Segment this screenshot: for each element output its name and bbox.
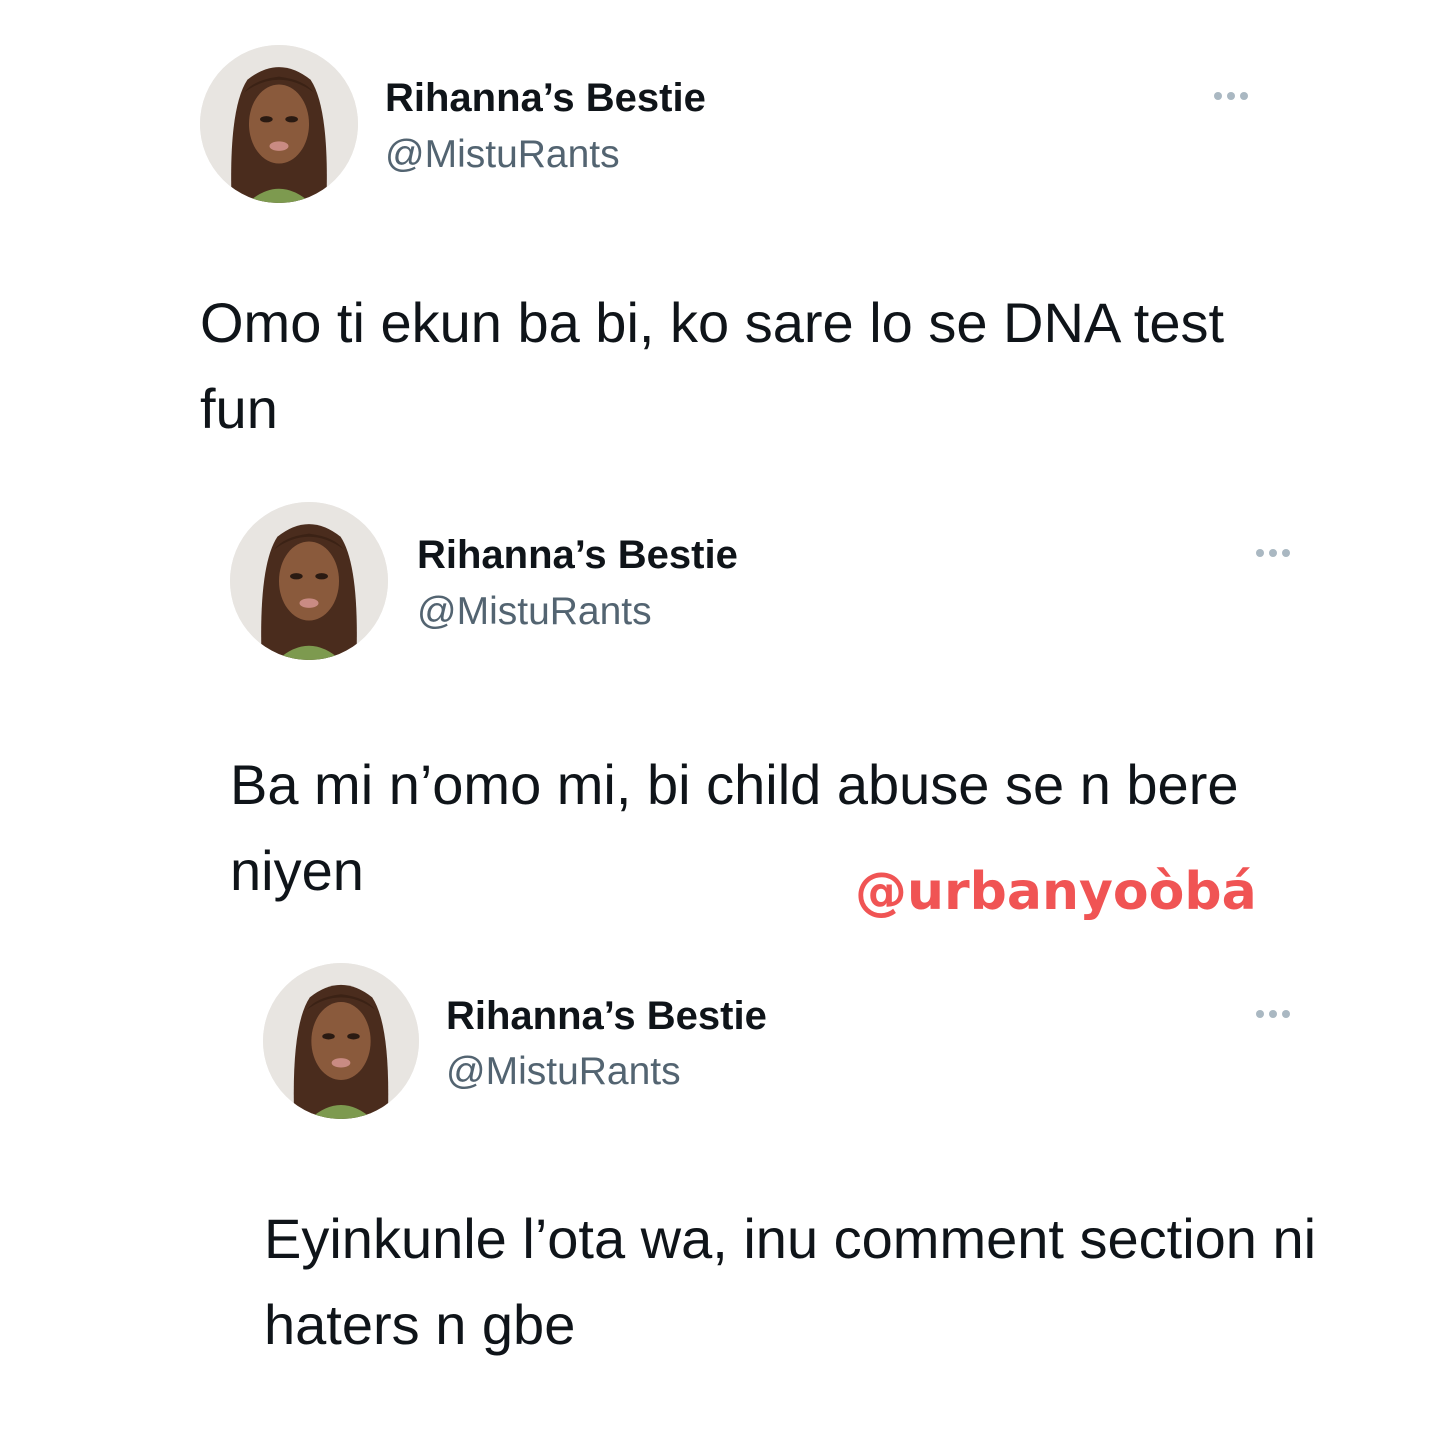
dot xyxy=(1269,549,1277,557)
more-options-icon[interactable] xyxy=(1256,549,1290,557)
display-name[interactable]: Rihanna’s Bestie xyxy=(385,76,706,121)
user-handle[interactable]: @MistuRants xyxy=(446,1050,681,1094)
dot xyxy=(1282,549,1290,557)
dot xyxy=(1256,1010,1264,1018)
dot xyxy=(1282,1010,1290,1018)
more-options-icon[interactable] xyxy=(1214,92,1248,100)
user-handle[interactable]: @MistuRants xyxy=(385,133,620,177)
user-handle[interactable]: @MistuRants xyxy=(417,590,652,634)
display-name[interactable]: Rihanna’s Bestie xyxy=(446,994,767,1039)
dot xyxy=(1269,1010,1277,1018)
watermark: @urbanyoòbá xyxy=(855,862,1257,922)
dot xyxy=(1256,549,1264,557)
more-options-icon[interactable] xyxy=(1256,1010,1290,1018)
display-name[interactable]: Rihanna’s Bestie xyxy=(417,533,738,578)
avatar-image xyxy=(263,963,419,1119)
dot xyxy=(1240,92,1248,100)
avatar[interactable] xyxy=(230,502,388,660)
tweet-text: Omo ti ekun ba bi, ko sare lo se DNA tes… xyxy=(200,291,1240,440)
dot xyxy=(1227,92,1235,100)
avatar[interactable] xyxy=(200,45,358,203)
dot xyxy=(1214,92,1222,100)
tweet-text: Eyinkunle l’ota wa, inu comment section … xyxy=(264,1207,1332,1356)
avatar-image xyxy=(200,45,358,203)
avatar-image xyxy=(230,502,388,660)
avatar[interactable] xyxy=(263,963,419,1119)
